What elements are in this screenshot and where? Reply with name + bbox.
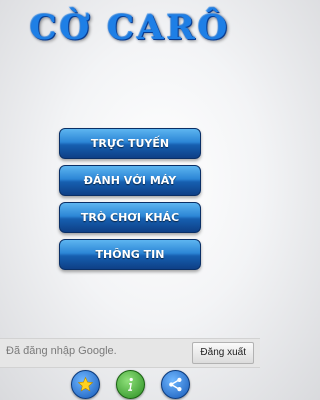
info-icon-glyph	[127, 377, 133, 391]
logout-button[interactable]: Đăng xuất	[192, 342, 254, 364]
other-games-button[interactable]: TRÒ CHƠI KHÁC	[59, 202, 201, 233]
star-icon[interactable]	[70, 370, 100, 399]
share-icon-glyph	[168, 377, 182, 392]
play-vs-computer-button[interactable]: ĐÁNH VỚI MÁY	[59, 165, 201, 196]
login-status-bar: Đã đăng nhập Google. Đăng xuất	[0, 338, 260, 368]
app-title: CỜ CARÔ	[29, 8, 231, 48]
info-button[interactable]: THÔNG TIN	[59, 239, 201, 270]
online-button[interactable]: TRỰC TUYẾN	[59, 128, 201, 159]
main-menu: TRỰC TUYẾN ĐÁNH VỚI MÁY TRÒ CHƠI KHÁC TH…	[59, 128, 201, 276]
login-status-text: Đã đăng nhập Google.	[6, 345, 117, 357]
info-icon[interactable]	[115, 370, 145, 399]
star-icon-glyph	[77, 376, 93, 392]
share-icon[interactable]	[160, 370, 190, 399]
bottom-toolbar	[0, 370, 260, 399]
